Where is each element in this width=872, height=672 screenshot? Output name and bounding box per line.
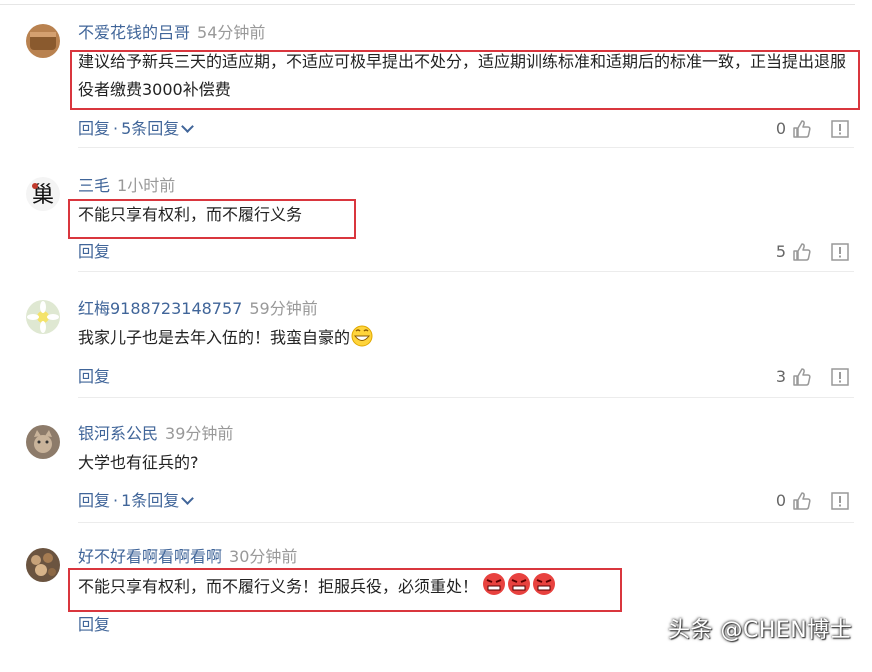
- comment-actions: 回复: [78, 366, 110, 388]
- report-icon[interactable]: [830, 119, 850, 139]
- replies-count: 5条回复: [121, 119, 180, 138]
- comment-time: 59分钟前: [249, 299, 318, 318]
- comment-meta: 红梅9188723148757 59分钟前: [78, 298, 318, 320]
- avatar[interactable]: [26, 300, 60, 334]
- like-count: 0: [775, 119, 786, 138]
- comment-divider: [78, 147, 854, 148]
- comment-actions: 回复 · 5条回复: [78, 118, 195, 140]
- comment-divider: [78, 397, 854, 398]
- reply-button[interactable]: 回复: [78, 242, 110, 261]
- reply-button[interactable]: 回复: [78, 119, 110, 138]
- replies-count: 1条回复: [121, 491, 180, 510]
- grin-emoji-icon: [350, 325, 374, 356]
- comment-meta: 银河系公民 39分钟前: [78, 423, 233, 445]
- separator: ·: [113, 491, 119, 510]
- thumbs-up-icon[interactable]: [792, 491, 812, 511]
- comment-right-actions: 0: [776, 118, 850, 140]
- report-icon[interactable]: [830, 491, 850, 511]
- comment-item: 银河系公民 39分钟前 大学也有征兵的? 回复 · 1条回复 0: [0, 423, 872, 549]
- comment-item: 红梅9188723148757 59分钟前 我家儿子也是去年入伍的！我蛮自豪的 回…: [0, 298, 872, 424]
- author-name[interactable]: 红梅9188723148757: [78, 299, 242, 318]
- comment-time: 30分钟前: [229, 547, 298, 566]
- comment-time: 1小时前: [117, 176, 176, 195]
- author-name[interactable]: 不爱花钱的吕哥: [78, 23, 190, 42]
- thumbs-up-icon[interactable]: [792, 242, 812, 262]
- highlight-box: [68, 568, 622, 612]
- reply-button[interactable]: 回复: [78, 367, 110, 386]
- comment-item: 不爱花钱的吕哥 54分钟前 建议给予新兵三天的适应期，不适应可极早提出不处分，适应…: [0, 22, 872, 148]
- view-replies-link[interactable]: 5条回复: [121, 119, 195, 138]
- comment-meta: 三毛 1小时前: [78, 175, 175, 197]
- view-replies-link[interactable]: 1条回复: [121, 491, 195, 510]
- report-icon[interactable]: [830, 242, 850, 262]
- chevron-down-icon: [181, 492, 195, 505]
- comment-time: 54分钟前: [197, 23, 266, 42]
- like-count: 5: [775, 242, 786, 261]
- thumbs-up-icon[interactable]: [792, 367, 812, 387]
- comment-right-actions: 5: [776, 241, 850, 263]
- comment-divider: [78, 271, 854, 272]
- comment-text-body: 我家儿子也是去年入伍的！我蛮自豪的: [78, 328, 351, 347]
- highlight-box: [68, 199, 356, 239]
- separator: ·: [113, 119, 119, 138]
- report-icon[interactable]: [830, 367, 850, 387]
- top-divider: [0, 4, 855, 5]
- comment-actions: 回复 · 1条回复: [78, 490, 195, 512]
- comment-time: 39分钟前: [165, 424, 234, 443]
- avatar[interactable]: [26, 24, 60, 58]
- comment-text: 我家儿子也是去年入伍的！我蛮自豪的: [78, 324, 848, 356]
- chevron-down-icon: [181, 120, 195, 133]
- reply-button[interactable]: 回复: [78, 491, 110, 510]
- author-name[interactable]: 三毛: [78, 176, 110, 195]
- comment-actions: 回复: [78, 241, 110, 263]
- avatar[interactable]: 巢: [26, 177, 60, 211]
- avatar[interactable]: [26, 425, 60, 459]
- avatar[interactable]: [26, 548, 60, 582]
- comment-item: 巢 三毛 1小时前 不能只享有权利，而不履行义务 回复 5: [0, 175, 872, 301]
- reply-button[interactable]: 回复: [78, 615, 110, 634]
- author-name[interactable]: 好不好看啊看啊看啊: [78, 547, 222, 566]
- comment-right-actions: 3: [776, 366, 850, 388]
- comment-right-actions: 0: [776, 490, 850, 512]
- comment-actions: 回复: [78, 614, 110, 636]
- watermark: 头条 @CHEN博士: [668, 618, 853, 643]
- comment-meta: 不爱花钱的吕哥 54分钟前: [78, 22, 265, 44]
- comment-item: 好不好看啊看啊看啊 30分钟前 不能只享有权利，而不履行义务！拒服兵役，必须重处！…: [0, 546, 872, 672]
- like-count: 3: [775, 367, 786, 386]
- comment-meta: 好不好看啊看啊看啊 30分钟前: [78, 546, 297, 568]
- comment-divider: [78, 522, 854, 523]
- author-name[interactable]: 银河系公民: [78, 424, 158, 443]
- highlight-box: [70, 50, 860, 110]
- thumbs-up-icon[interactable]: [792, 119, 812, 139]
- comment-text: 大学也有征兵的?: [78, 453, 199, 472]
- like-count: 0: [775, 491, 786, 510]
